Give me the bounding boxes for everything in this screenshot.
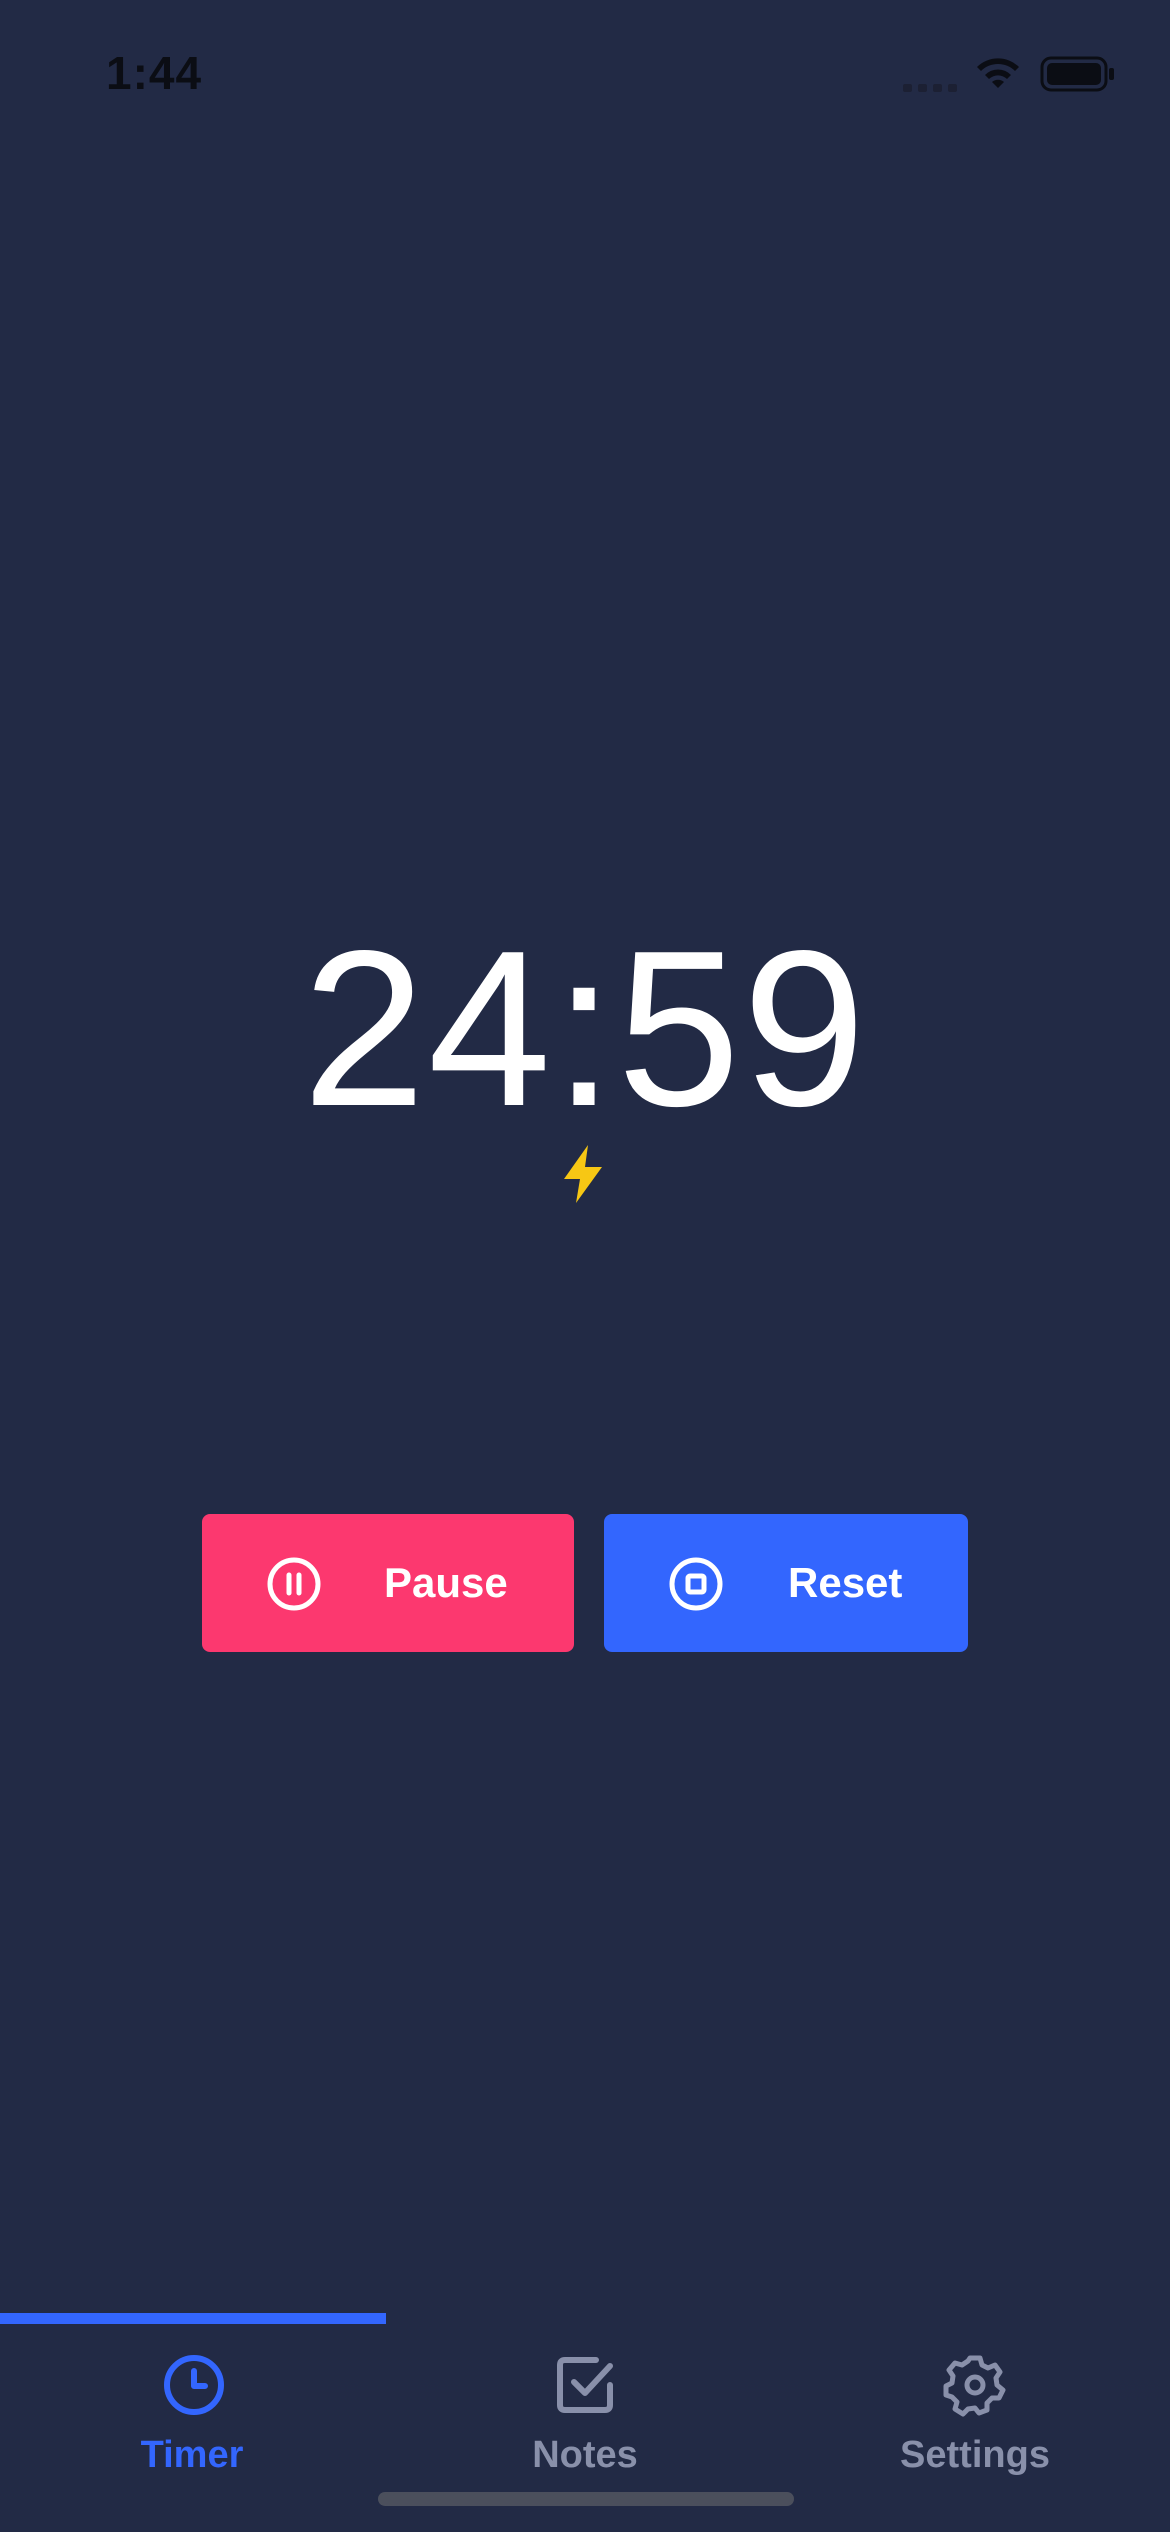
tab-progress-bar: [0, 2313, 386, 2324]
tab-notes-label: Notes: [532, 2434, 638, 2476]
tab-settings-label: Settings: [900, 2434, 1050, 2476]
reset-button[interactable]: Reset: [604, 1514, 968, 1652]
home-indicator: [378, 2492, 794, 2506]
timer-display: 24:59: [302, 905, 868, 1153]
status-bar: 1:44: [0, 0, 1170, 150]
pause-circle-icon: [267, 1557, 321, 1611]
stop-circle-icon: [669, 1557, 723, 1611]
cellular-signal-icon: [903, 84, 957, 92]
gear-icon: [943, 2355, 1006, 2417]
pause-button[interactable]: Pause: [202, 1514, 574, 1652]
checkbox-icon: [557, 2357, 613, 2413]
pause-button-label: Pause: [384, 1559, 508, 1606]
lightning-bolt-icon: [564, 1145, 602, 1203]
tab-timer[interactable]: Timer: [0, 2324, 390, 2504]
battery-icon: [1040, 56, 1114, 92]
wifi-icon: [977, 58, 1019, 88]
status-time: 1:44: [106, 47, 203, 99]
reset-button-label: Reset: [788, 1559, 903, 1606]
tab-settings[interactable]: Settings: [780, 2324, 1170, 2504]
tab-notes[interactable]: Notes: [390, 2324, 780, 2504]
clock-icon: [164, 2355, 224, 2415]
tab-timer-label: Timer: [140, 2434, 244, 2476]
